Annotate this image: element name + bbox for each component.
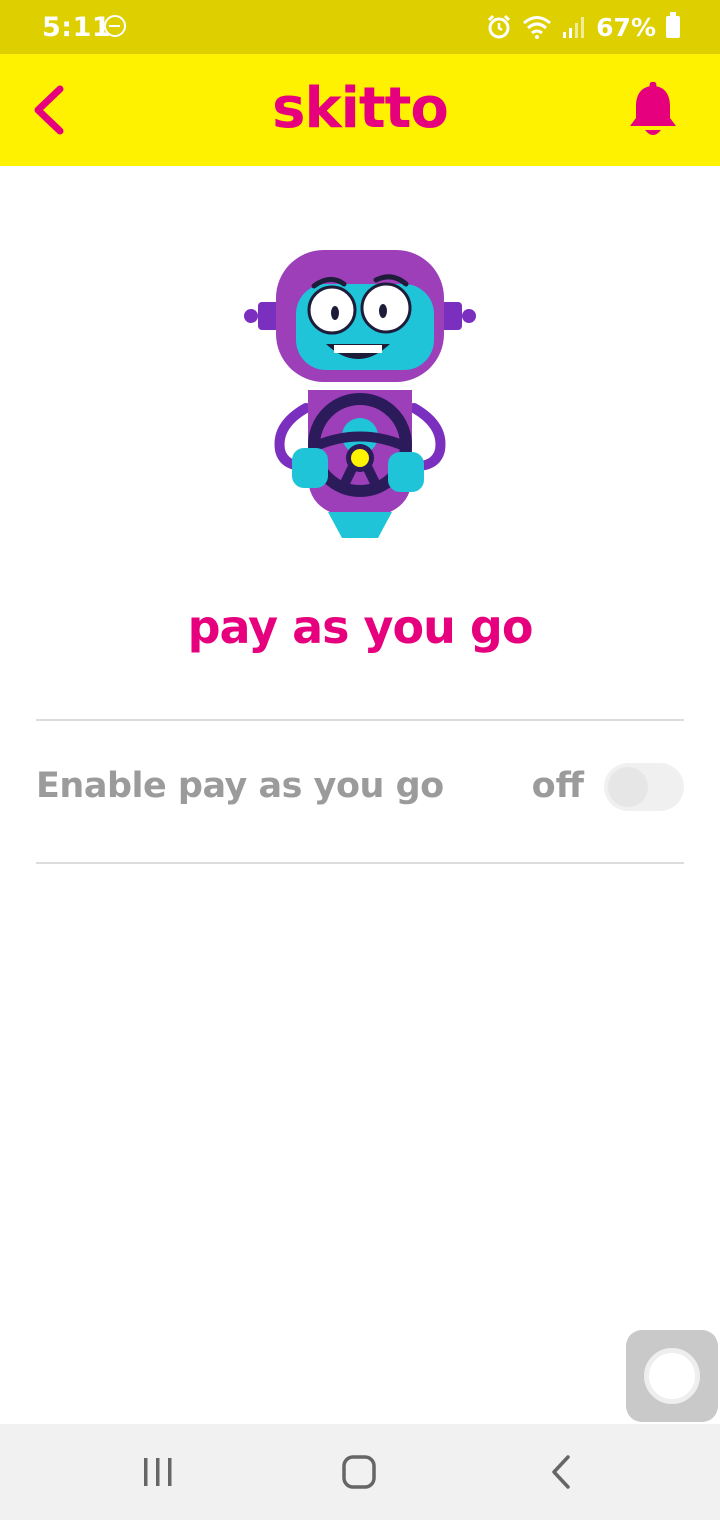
do-not-disturb-icon	[104, 15, 126, 37]
brand-logo: skitto	[272, 76, 449, 141]
battery-percentage: 67%	[596, 12, 656, 42]
recents-button[interactable]	[128, 1448, 188, 1496]
back-icon	[552, 1455, 570, 1489]
alarm-icon	[488, 14, 511, 39]
status-time: 5:11	[42, 12, 112, 43]
home-icon	[342, 1455, 376, 1489]
notifications-button[interactable]	[626, 81, 680, 138]
assistive-touch-icon	[644, 1348, 700, 1404]
signal-icon	[563, 17, 585, 38]
battery-icon	[666, 12, 680, 38]
divider	[36, 862, 684, 864]
toggle-state-text: off	[531, 766, 584, 806]
assistive-touch-button[interactable]	[626, 1330, 718, 1422]
bell-icon	[630, 81, 676, 135]
wifi-icon	[523, 16, 552, 39]
home-button[interactable]	[329, 1448, 389, 1496]
setting-label: Enable pay as you go	[36, 766, 444, 806]
robot-illustration	[244, 250, 476, 538]
page-title: pay as you go	[187, 600, 534, 654]
divider	[36, 719, 684, 721]
pay-as-you-go-toggle[interactable]	[604, 763, 684, 811]
system-back-button[interactable]	[531, 1448, 591, 1496]
status-bar: 5:11 67%	[0, 0, 720, 54]
toggle-knob	[608, 767, 648, 807]
app-header: skitto	[0, 54, 720, 166]
status-indicators: 67%	[486, 10, 680, 44]
recents-icon	[144, 1458, 172, 1486]
system-nav-bar	[0, 1424, 720, 1520]
pay-as-you-go-setting-row: Enable pay as you go off	[36, 722, 684, 862]
